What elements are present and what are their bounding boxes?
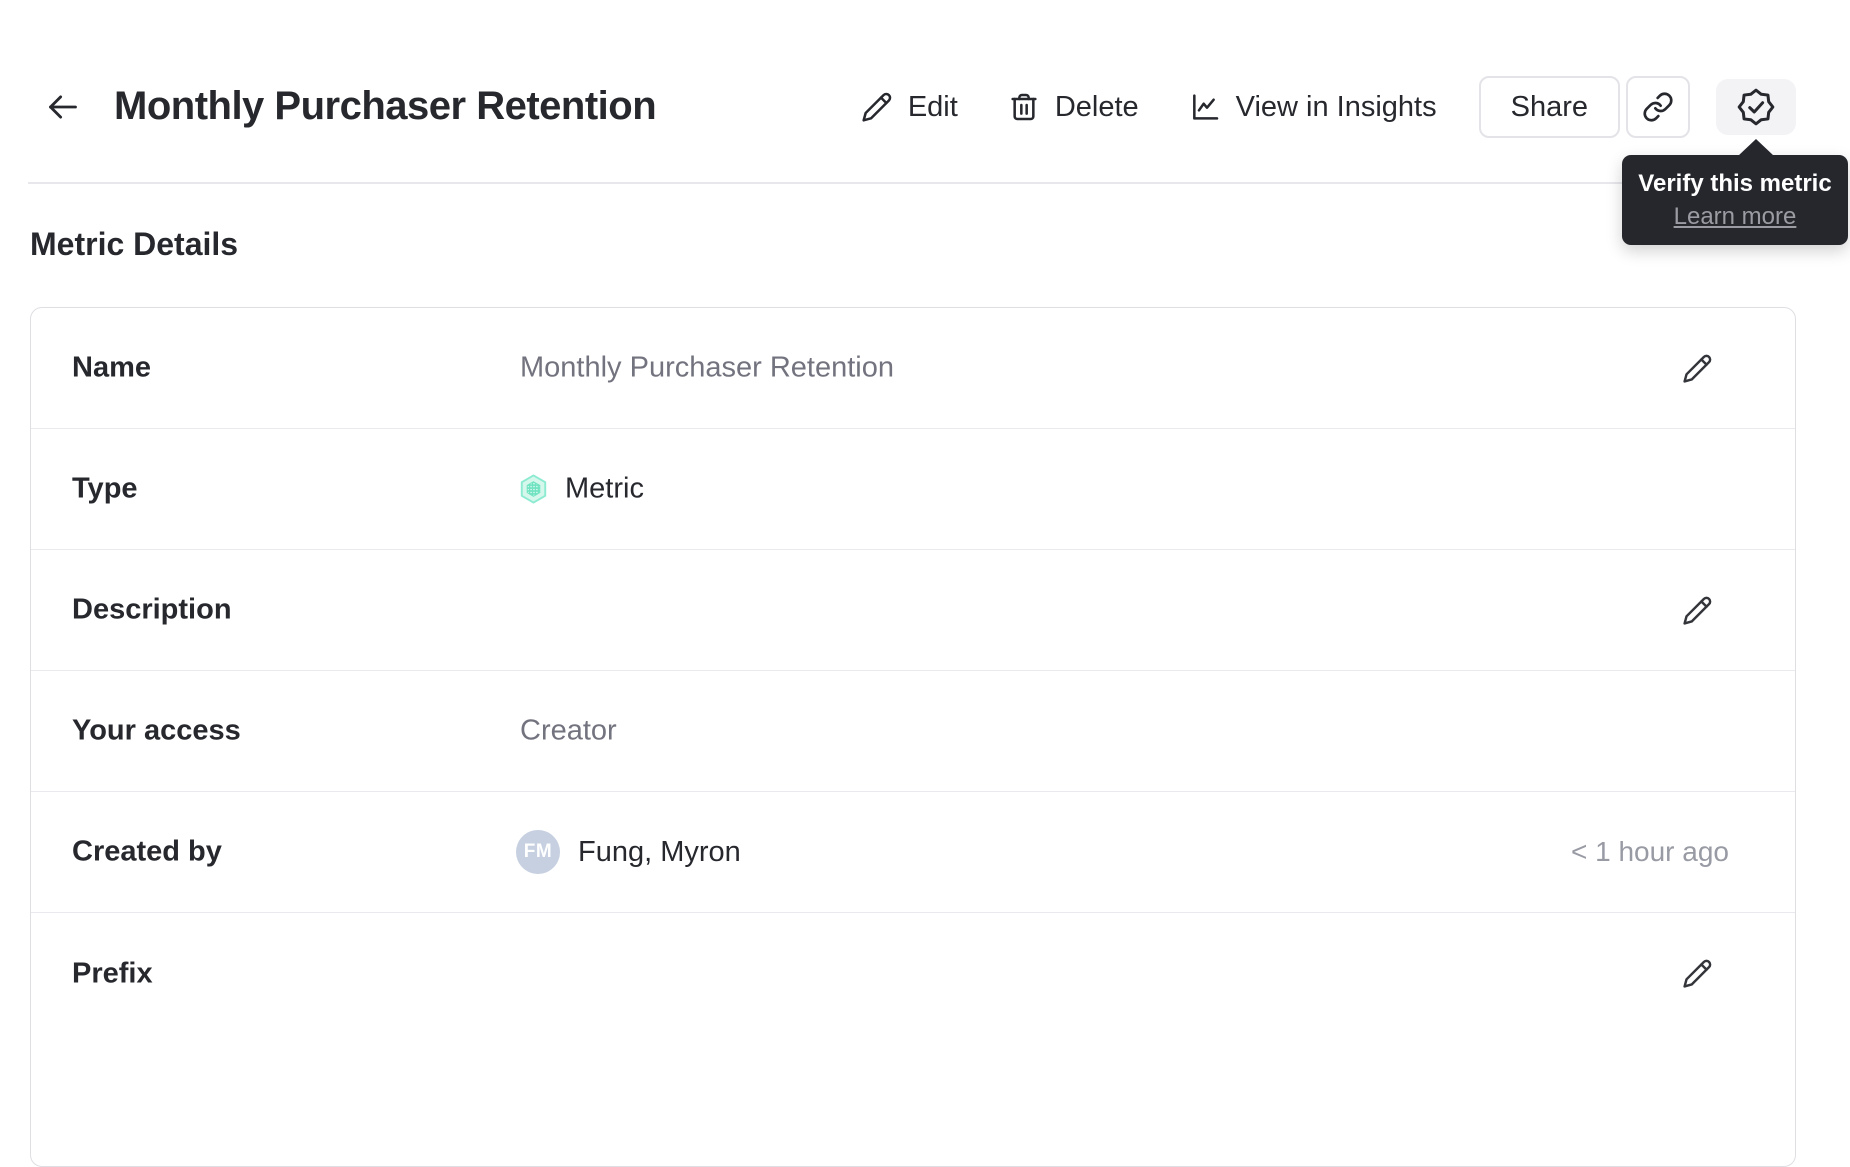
detail-row-name: Name Monthly Purchaser Retention	[31, 308, 1795, 429]
type-value: Metric	[518, 473, 644, 506]
edit-button[interactable]: Edit	[861, 91, 958, 124]
pencil-icon	[861, 91, 893, 123]
delete-label: Delete	[1054, 90, 1139, 123]
detail-row-description: Description	[31, 550, 1795, 671]
verified-badge-icon	[1736, 87, 1776, 127]
created-by-value: FM Fung, Myron	[516, 830, 741, 874]
row-label: Your access	[72, 714, 241, 747]
header-actions: Edit Delete View in Insights Share	[861, 75, 1796, 139]
edit-name-button[interactable]	[1677, 348, 1717, 388]
row-label: Created by	[72, 835, 222, 868]
edit-label: Edit	[907, 90, 958, 123]
tooltip-title: Verify this metric	[1638, 169, 1832, 197]
avatar: FM	[516, 830, 560, 874]
section-title: Metric Details	[30, 226, 239, 262]
share-label: Share	[1510, 90, 1588, 123]
verify-metric-button[interactable]	[1716, 79, 1796, 135]
line-chart-icon	[1189, 91, 1221, 123]
access-value: Creator	[520, 714, 617, 747]
header-divider	[28, 182, 1822, 184]
detail-row-prefix: Prefix	[31, 913, 1795, 1034]
metric-details-card: Name Monthly Purchaser Retention Type Me…	[30, 307, 1796, 1167]
pencil-icon	[1682, 958, 1713, 989]
pencil-icon	[1682, 353, 1713, 384]
share-button[interactable]: Share	[1478, 76, 1620, 138]
copy-link-button[interactable]	[1626, 76, 1690, 138]
arrow-left-icon	[44, 88, 82, 126]
row-label: Prefix	[72, 957, 153, 989]
page-title: Monthly Purchaser Retention	[114, 84, 657, 128]
row-label: Description	[72, 593, 232, 626]
verify-tooltip: Verify this metric Learn more	[1622, 139, 1848, 245]
creator-name: Fung, Myron	[578, 835, 741, 868]
view-in-insights-button[interactable]: View in Insights	[1189, 91, 1437, 124]
name-value: Monthly Purchaser Retention	[520, 351, 894, 384]
row-label: Type	[72, 472, 138, 505]
pencil-icon	[1682, 595, 1713, 626]
edit-prefix-button[interactable]	[1677, 954, 1717, 994]
detail-row-your-access: Your access Creator	[31, 671, 1795, 792]
delete-button[interactable]: Delete	[1008, 91, 1139, 124]
detail-row-type: Type Metric	[31, 429, 1795, 550]
view-in-insights-label: View in Insights	[1235, 90, 1437, 123]
link-icon	[1642, 91, 1674, 123]
created-timestamp: < 1 hour ago	[1570, 836, 1729, 867]
metric-hexagon-icon	[518, 474, 549, 505]
detail-row-created-by: Created by FM Fung, Myron < 1 hour ago	[31, 792, 1795, 913]
type-text: Metric	[565, 472, 644, 505]
learn-more-link[interactable]: Learn more	[1674, 203, 1797, 231]
edit-description-button[interactable]	[1677, 590, 1717, 630]
trash-icon	[1008, 91, 1040, 123]
back-button[interactable]	[44, 88, 82, 126]
row-label: Name	[72, 351, 151, 384]
